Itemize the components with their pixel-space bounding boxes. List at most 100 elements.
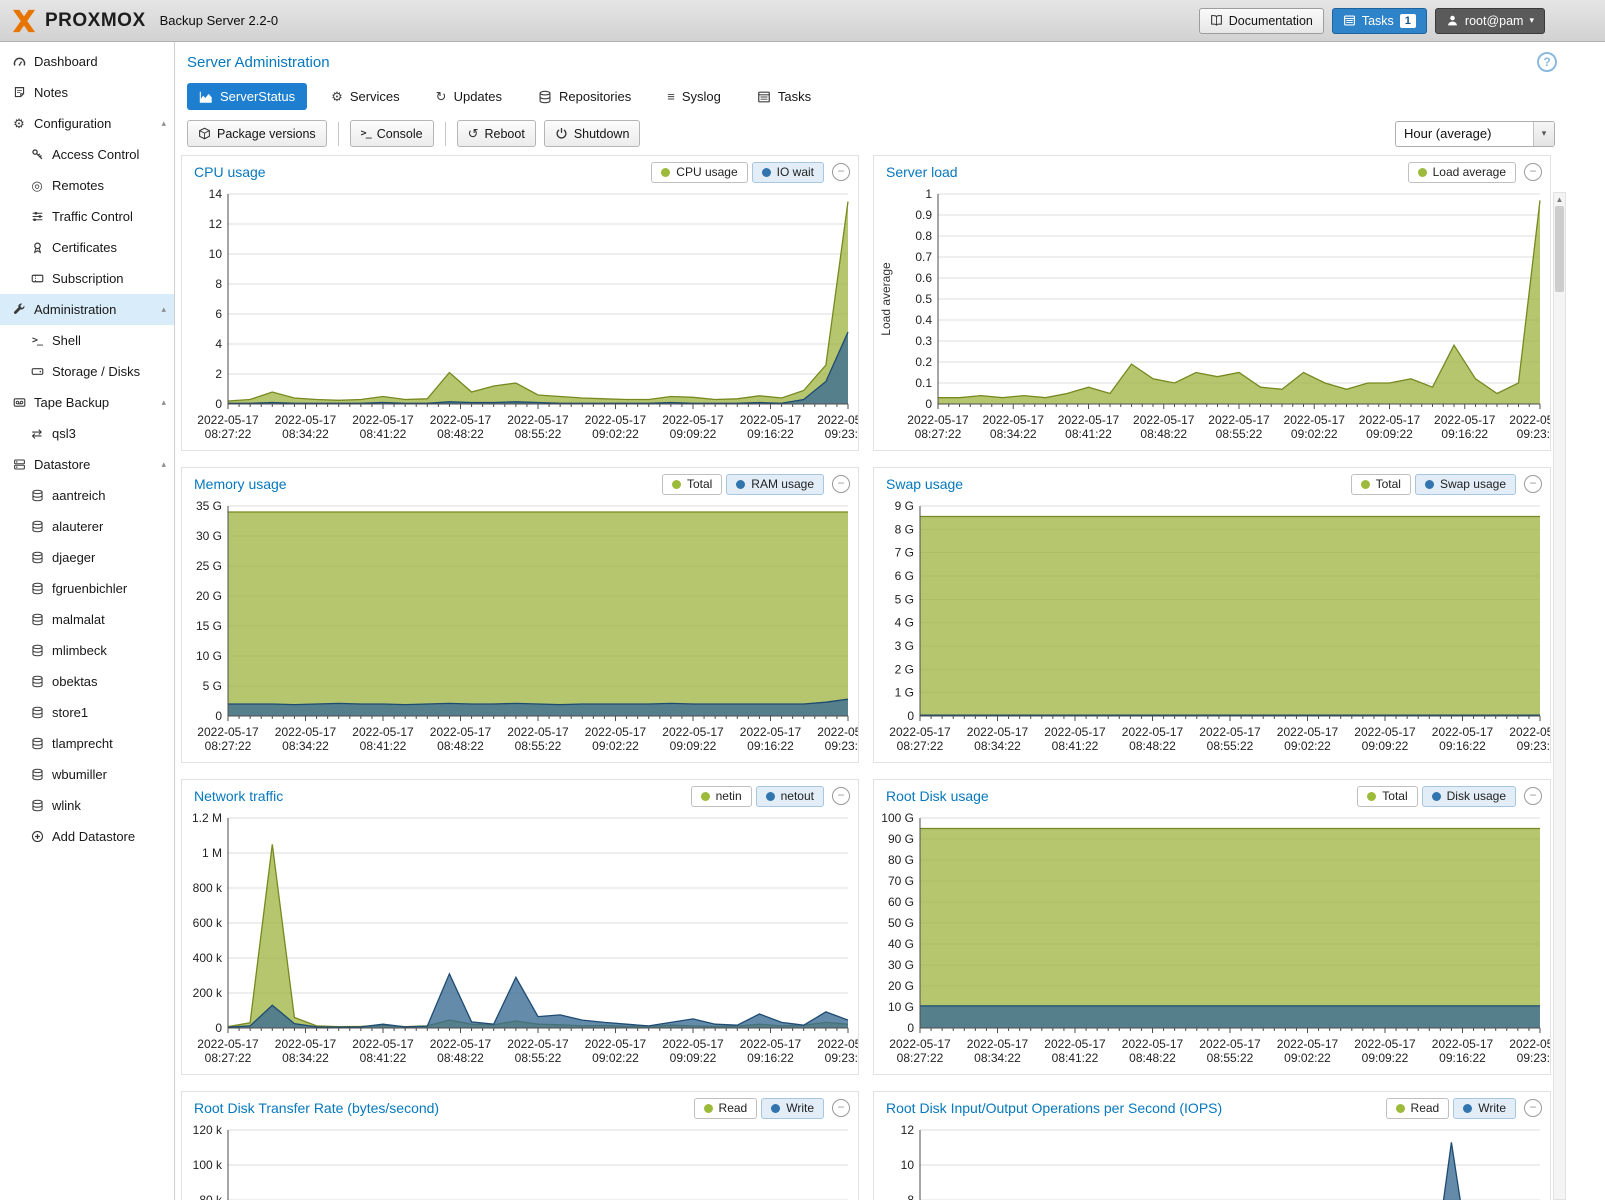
- sidebar-item-tlamprecht[interactable]: tlamprecht: [0, 728, 174, 759]
- legend-read-button[interactable]: Read: [1386, 1098, 1450, 1119]
- collapse-arrow-icon[interactable]: ▴: [161, 459, 166, 470]
- svg-text:20 G: 20 G: [196, 589, 222, 603]
- sidebar-item-obektas[interactable]: obektas: [0, 666, 174, 697]
- svg-text:08:27:22: 08:27:22: [897, 1051, 944, 1065]
- svg-text:10: 10: [901, 1158, 915, 1172]
- svg-text:4 G: 4 G: [895, 616, 914, 630]
- collapse-chart-icon[interactable]: −: [832, 475, 850, 493]
- tab-services[interactable]: ⚙Services: [319, 83, 412, 110]
- collapse-chart-icon[interactable]: −: [832, 163, 850, 181]
- legend-io-wait-button[interactable]: IO wait: [752, 162, 824, 183]
- sidebar-item-traffic-control[interactable]: Traffic Control: [0, 201, 174, 232]
- svg-text:09:09:22: 09:09:22: [1362, 1051, 1409, 1065]
- svg-text:2022-05-17: 2022-05-17: [1208, 413, 1270, 427]
- sidebar-item-aantreich[interactable]: aantreich: [0, 480, 174, 511]
- legend-swap-usage-button[interactable]: Swap usage: [1415, 474, 1516, 495]
- tab-updates[interactable]: ↻Updates: [424, 83, 514, 110]
- svg-text:08:55:22: 08:55:22: [1207, 1051, 1254, 1065]
- svg-text:12: 12: [209, 217, 223, 231]
- legend-load-average-button[interactable]: Load average: [1408, 162, 1516, 183]
- svg-text:08:48:22: 08:48:22: [1129, 1051, 1176, 1065]
- sidebar-item-dashboard[interactable]: Dashboard: [0, 46, 174, 77]
- collapse-arrow-icon[interactable]: ▴: [161, 118, 166, 129]
- legend-read-button[interactable]: Read: [694, 1098, 758, 1119]
- plus-icon: [28, 830, 46, 843]
- sidebar-item-mlimbeck[interactable]: mlimbeck: [0, 635, 174, 666]
- collapse-arrow-icon[interactable]: ▴: [161, 397, 166, 408]
- chart-legend: TotalRAM usage: [658, 474, 824, 495]
- legend-total-button[interactable]: Total: [1357, 786, 1417, 807]
- sidebar-item-administration[interactable]: Administration▴: [0, 294, 174, 325]
- legend-write-button[interactable]: Write: [761, 1098, 824, 1119]
- legend-cpu-usage-button[interactable]: CPU usage: [651, 162, 747, 183]
- help-icon[interactable]: ?: [1537, 52, 1557, 72]
- sidebar-item-certificates[interactable]: Certificates: [0, 232, 174, 263]
- sidebar-item-remotes[interactable]: ◎Remotes: [0, 170, 174, 201]
- collapse-chart-icon[interactable]: −: [1524, 787, 1542, 805]
- svg-text:6: 6: [215, 307, 222, 321]
- sidebar-item-djaeger[interactable]: djaeger: [0, 542, 174, 573]
- collapse-chart-icon[interactable]: −: [1524, 1099, 1542, 1117]
- chart-panel-cpu-usage: CPU usageCPU usageIO wait−02468101214202…: [181, 155, 859, 451]
- svg-text:80 k: 80 k: [199, 1193, 223, 1200]
- sidebar-item-wbumiller[interactable]: wbumiller: [0, 759, 174, 790]
- scrollbar-thumb[interactable]: [1555, 206, 1564, 292]
- svg-text:0.8: 0.8: [915, 229, 932, 243]
- tab-serverstatus[interactable]: ServerStatus: [187, 83, 307, 110]
- package-versions-button[interactable]: Package versions: [187, 120, 327, 147]
- chart-body: 0246810122022-05-1708:27:222022-05-1708:…: [874, 1124, 1550, 1200]
- sidebar-item-tape-backup[interactable]: Tape Backup▴: [0, 387, 174, 418]
- sidebar-item-add-datastore[interactable]: Add Datastore: [0, 821, 174, 852]
- collapse-chart-icon[interactable]: −: [1524, 475, 1542, 493]
- svg-text:0: 0: [907, 1021, 914, 1035]
- vertical-scrollbar[interactable]: ▲: [1553, 192, 1566, 1200]
- series-color-dot: [701, 792, 710, 801]
- tab-repositories[interactable]: Repositories: [526, 83, 643, 110]
- sidebar-item-alauterer[interactable]: alauterer: [0, 511, 174, 542]
- chart-canvas-network-traffic: 0200 k400 k600 k800 k1 M1.2 M2022-05-170…: [182, 812, 858, 1074]
- legend-write-button[interactable]: Write: [1453, 1098, 1516, 1119]
- svg-text:2022-05-17: 2022-05-17: [1354, 1037, 1416, 1051]
- svg-text:2022-05-17: 2022-05-17: [1509, 413, 1550, 427]
- sidebar-item-fgruenbichler[interactable]: fgruenbichler: [0, 573, 174, 604]
- legend-total-button[interactable]: Total: [662, 474, 722, 495]
- user-menu-button[interactable]: root@pam ▾: [1435, 8, 1545, 34]
- sidebar-item-storage-disks[interactable]: Storage / Disks: [0, 356, 174, 387]
- sidebar-item-configuration[interactable]: ⚙Configuration▴: [0, 108, 174, 139]
- sidebar-item-datastore[interactable]: Datastore▴: [0, 449, 174, 480]
- sidebar-item-malmalat[interactable]: malmalat: [0, 604, 174, 635]
- collapse-chart-icon[interactable]: −: [832, 1099, 850, 1117]
- series-color-dot: [1425, 480, 1434, 489]
- legend-netin-button[interactable]: netin: [691, 786, 752, 807]
- timeframe-select[interactable]: Hour (average) ▾: [1395, 121, 1555, 147]
- legend-netout-button[interactable]: netout: [756, 786, 824, 807]
- collapse-chart-icon[interactable]: −: [832, 787, 850, 805]
- reboot-button[interactable]: ↺Reboot: [457, 120, 536, 147]
- svg-text:2022-05-17: 2022-05-17: [740, 725, 802, 739]
- sidebar-item-access-control[interactable]: Access Control: [0, 139, 174, 170]
- sidebar-item-qsl3[interactable]: ⇄qsl3: [0, 418, 174, 449]
- console-button[interactable]: >_Console: [350, 120, 434, 147]
- chart-panel-network-traffic: Network trafficnetinnetout−0200 k400 k60…: [181, 779, 859, 1075]
- svg-text:09:16:22: 09:16:22: [747, 739, 794, 753]
- collapse-arrow-icon[interactable]: ▴: [161, 304, 166, 315]
- scroll-up-icon[interactable]: ▲: [1554, 195, 1565, 204]
- svg-text:08:27:22: 08:27:22: [915, 427, 962, 441]
- sidebar-item-subscription[interactable]: Subscription: [0, 263, 174, 294]
- tab-syslog[interactable]: ≡Syslog: [655, 83, 733, 110]
- sidebar-item-wlink[interactable]: wlink: [0, 790, 174, 821]
- documentation-button[interactable]: Documentation: [1199, 8, 1324, 34]
- tab-tasks[interactable]: Tasks: [745, 83, 823, 110]
- sidebar-item-store1[interactable]: store1: [0, 697, 174, 728]
- content-area: Server Administration ? ServerStatus⚙Ser…: [175, 42, 1605, 1200]
- sidebar-item-shell[interactable]: >_Shell: [0, 325, 174, 356]
- legend-ram-usage-button[interactable]: RAM usage: [726, 474, 824, 495]
- reboot-icon: ↺: [468, 127, 479, 140]
- shutdown-button[interactable]: Shutdown: [544, 120, 641, 147]
- sidebar-item-notes[interactable]: Notes: [0, 77, 174, 108]
- collapse-chart-icon[interactable]: −: [1524, 163, 1542, 181]
- legend-disk-usage-button[interactable]: Disk usage: [1422, 786, 1516, 807]
- tasks-button[interactable]: Tasks 1: [1332, 8, 1427, 34]
- legend-total-button[interactable]: Total: [1351, 474, 1411, 495]
- chart-legend: CPU usageIO wait: [647, 162, 824, 183]
